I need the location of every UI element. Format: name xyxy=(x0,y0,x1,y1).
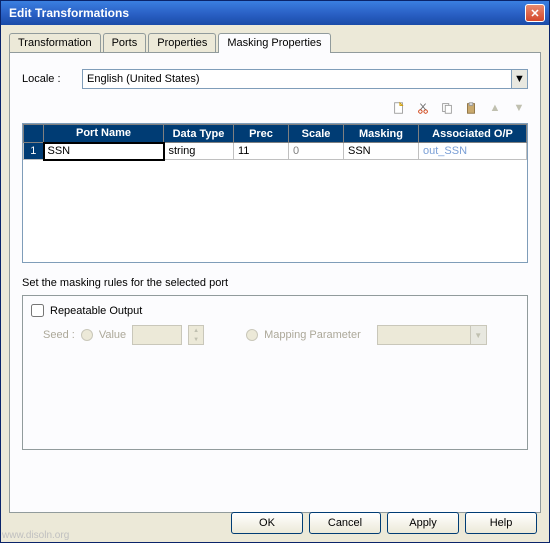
assoc-cell[interactable]: out_SSN xyxy=(419,143,527,160)
tab-panel-masking: Locale : English (United States) ▼ ▲ ▼ xyxy=(9,53,541,513)
locale-combo[interactable]: English (United States) ▼ xyxy=(82,69,528,89)
tab-bar: Transformation Ports Properties Masking … xyxy=(9,33,541,53)
masking-rules-panel: Repeatable Output Seed : Value ▲ ▼ Mappi… xyxy=(22,295,528,450)
chevron-down-icon: ▼ xyxy=(511,70,527,88)
datatype-cell[interactable]: string xyxy=(164,143,234,160)
mapping-param-label: Mapping Parameter xyxy=(264,329,361,341)
edit-transformations-dialog: Edit Transformations ✕ Transformation Po… xyxy=(0,0,550,543)
tab-ports[interactable]: Ports xyxy=(103,33,147,52)
copy-icon[interactable] xyxy=(438,99,456,117)
paste-icon[interactable] xyxy=(462,99,480,117)
locale-value: English (United States) xyxy=(87,73,200,85)
grid-header-assoc[interactable]: Associated O/P xyxy=(419,125,527,143)
grid-header-masking[interactable]: Masking xyxy=(344,125,419,143)
down-arrow-icon[interactable]: ▼ xyxy=(510,99,528,117)
repeatable-output-label: Repeatable Output xyxy=(50,305,142,317)
dialog-content: Transformation Ports Properties Masking … xyxy=(1,25,549,521)
grid-wrapper: Port Name Data Type Prec Scale Masking A… xyxy=(22,123,528,263)
seed-spinner: ▲ ▼ xyxy=(188,325,204,345)
close-button[interactable]: ✕ xyxy=(525,4,545,22)
grid-header-scale[interactable]: Scale xyxy=(289,125,344,143)
mapping-param-combo: ▼ xyxy=(377,325,487,345)
grid-header-datatype[interactable]: Data Type xyxy=(164,125,234,143)
repeatable-output-row: Repeatable Output xyxy=(31,304,519,317)
grid-header-prec[interactable]: Prec xyxy=(234,125,289,143)
cut-icon[interactable] xyxy=(414,99,432,117)
chevron-up-icon: ▲ xyxy=(189,326,203,335)
tab-masking-properties[interactable]: Masking Properties xyxy=(218,33,330,53)
dialog-button-bar: OK Cancel Apply Help xyxy=(231,512,537,534)
help-button[interactable]: Help xyxy=(465,512,537,534)
locale-label: Locale : xyxy=(22,73,82,85)
seed-label: Seed : xyxy=(43,329,75,341)
grid-toolbar: ▲ ▼ xyxy=(18,99,532,123)
apply-button[interactable]: Apply xyxy=(387,512,459,534)
up-arrow-icon[interactable]: ▲ xyxy=(486,99,504,117)
seed-value-radio xyxy=(81,329,93,341)
prec-cell[interactable]: 11 xyxy=(234,143,289,160)
masking-grid: Port Name Data Type Prec Scale Masking A… xyxy=(23,124,527,161)
grid-header-rownum[interactable] xyxy=(24,125,44,143)
watermark-text: www.disoln.org xyxy=(2,530,69,541)
mapping-param-radio xyxy=(246,329,258,341)
seed-row: Seed : Value ▲ ▼ Mapping Parameter ▼ xyxy=(31,325,519,345)
tab-transformation[interactable]: Transformation xyxy=(9,33,101,52)
locale-row: Locale : English (United States) ▼ xyxy=(22,69,528,89)
new-file-icon[interactable] xyxy=(390,99,408,117)
portname-cell[interactable]: SSN xyxy=(44,143,164,160)
rules-caption: Set the masking rules for the selected p… xyxy=(22,277,528,289)
chevron-down-icon: ▼ xyxy=(189,335,203,344)
window-title: Edit Transformations xyxy=(5,6,525,20)
tab-properties[interactable]: Properties xyxy=(148,33,216,52)
cancel-button[interactable]: Cancel xyxy=(309,512,381,534)
titlebar: Edit Transformations ✕ xyxy=(1,1,549,25)
masking-cell[interactable]: SSN xyxy=(344,143,419,160)
repeatable-output-checkbox[interactable] xyxy=(31,304,44,317)
grid-header-row: Port Name Data Type Prec Scale Masking A… xyxy=(24,125,527,143)
seed-value-input xyxy=(132,325,182,345)
grid-header-portname[interactable]: Port Name xyxy=(44,125,164,143)
ok-button[interactable]: OK xyxy=(231,512,303,534)
close-icon: ✕ xyxy=(530,7,539,20)
table-row[interactable]: 1 SSN string 11 0 SSN out_SSN xyxy=(24,143,527,160)
seed-value-label: Value xyxy=(99,329,126,341)
scale-cell[interactable]: 0 xyxy=(289,143,344,160)
row-number-cell[interactable]: 1 xyxy=(24,143,44,160)
chevron-down-icon: ▼ xyxy=(470,326,486,344)
